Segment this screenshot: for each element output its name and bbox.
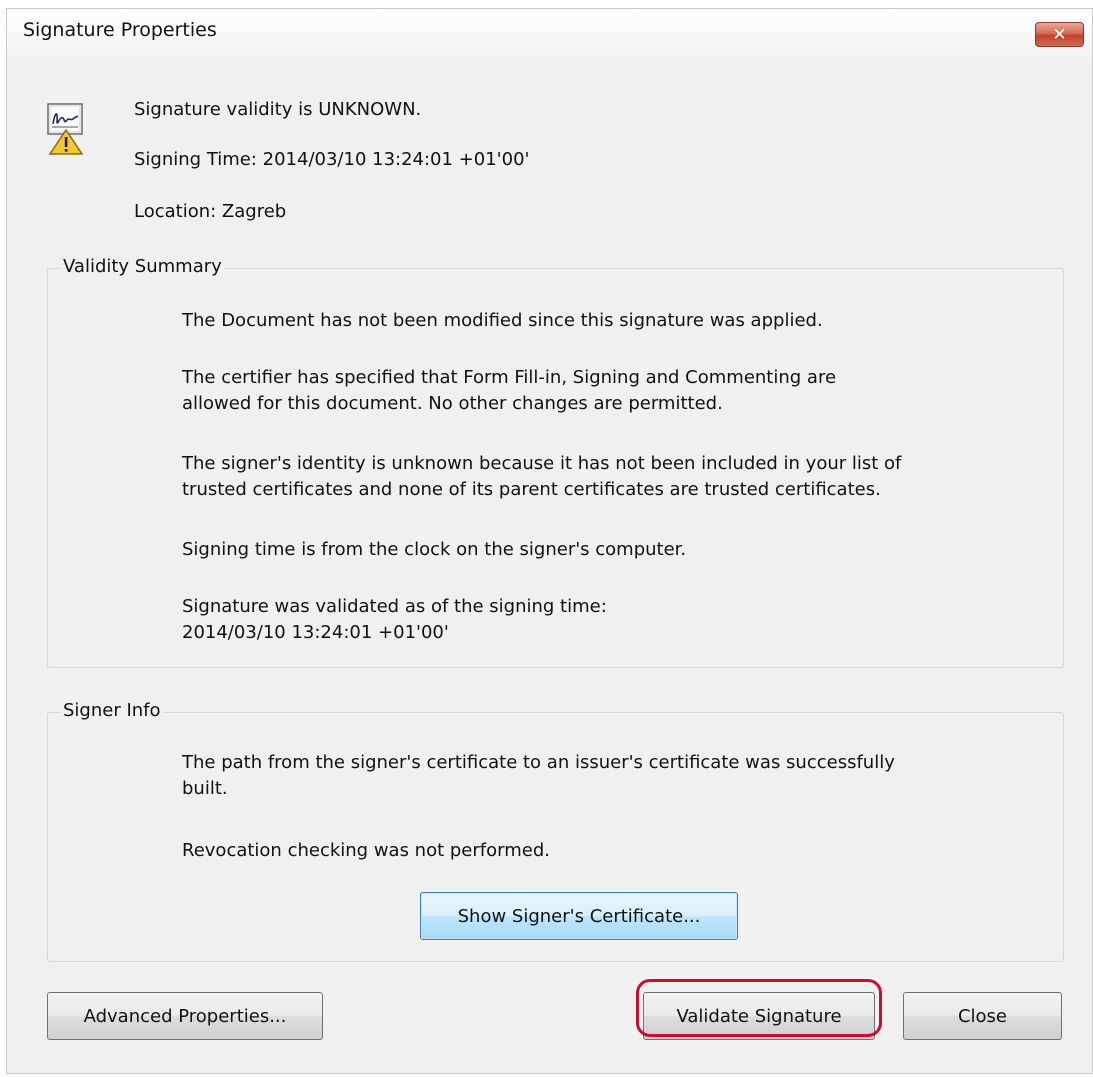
close-button[interactable]: Close xyxy=(903,992,1062,1040)
validate-signature-button[interactable]: Validate Signature xyxy=(643,992,875,1040)
signer-info-label: Signer Info xyxy=(60,700,164,721)
validity-paragraph-1: The Document has not been modified since… xyxy=(182,308,823,334)
show-signers-certificate-button[interactable]: Show Signer's Certificate... xyxy=(420,892,738,940)
text-line: The Document has not been modified since… xyxy=(182,310,823,331)
signer-info-paragraph-1: The path from the signer's certificate t… xyxy=(182,750,895,802)
validity-paragraph-3: The signer's identity is unknown because… xyxy=(182,451,901,503)
advanced-properties-button[interactable]: Advanced Properties... xyxy=(47,992,323,1040)
text-line: built. xyxy=(182,778,228,799)
validity-status: Signature validity is UNKNOWN. xyxy=(134,99,422,120)
window-title: Signature Properties xyxy=(23,19,217,41)
text-line: Revocation checking was not performed. xyxy=(182,840,550,861)
signer-info-paragraph-2: Revocation checking was not performed. xyxy=(182,838,550,864)
text-line: Signing time is from the clock on the si… xyxy=(182,539,687,560)
text-line: The signer's identity is unknown because… xyxy=(182,453,902,474)
signature-warning-icon xyxy=(47,103,84,155)
text-line: The path from the signer's certificate t… xyxy=(182,752,895,773)
title-bar: Signature Properties ✕ xyxy=(7,9,1092,57)
close-icon: ✕ xyxy=(1052,24,1067,45)
validity-summary-label: Validity Summary xyxy=(60,256,225,277)
text-line: Signature was validated as of the signin… xyxy=(182,596,607,617)
validity-paragraph-4: Signing time is from the clock on the si… xyxy=(182,537,686,563)
signing-time: Signing Time: 2014/03/10 13:24:01 +01'00… xyxy=(134,149,530,170)
text-line: trusted certificates and none of its par… xyxy=(182,479,881,500)
validity-paragraph-5: Signature was validated as of the signin… xyxy=(182,594,607,646)
text-line: The certifier has specified that Form Fi… xyxy=(182,367,837,388)
window-close-button[interactable]: ✕ xyxy=(1035,22,1084,47)
location: Location: Zagreb xyxy=(134,201,287,222)
text-line: allowed for this document. No other chan… xyxy=(182,393,723,414)
validity-paragraph-2: The certifier has specified that Form Fi… xyxy=(182,365,836,417)
text-line: 2014/03/10 13:24:01 +01'00' xyxy=(182,622,449,643)
